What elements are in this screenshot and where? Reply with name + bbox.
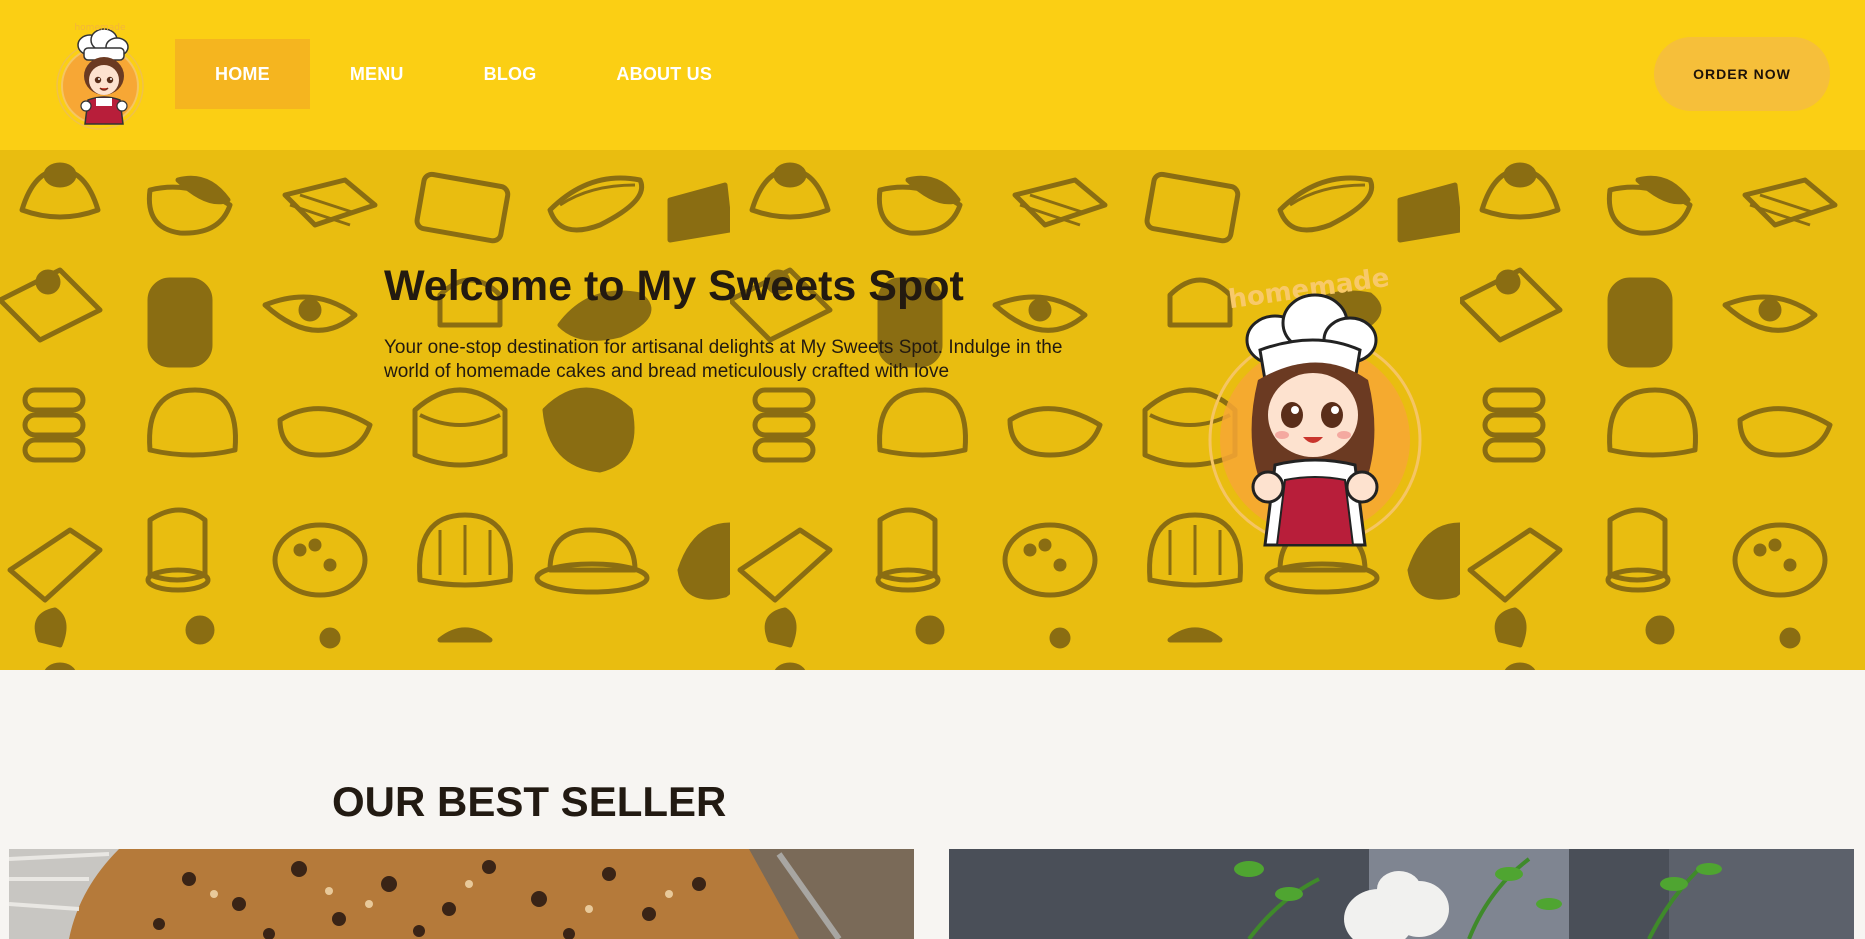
site-header: homemade HOME MENU BLOG ABOUT US ORDER N… <box>0 0 1865 150</box>
logo-text: homemade <box>74 23 126 33</box>
nav-home[interactable]: HOME <box>175 39 310 109</box>
hero-subtitle: Your one-stop destination for artisanal … <box>384 337 1063 382</box>
nav-menu[interactable]: MENU <box>310 39 444 109</box>
white-flower-cake-photo[interactable] <box>949 849 1854 939</box>
nav-about-us[interactable]: ABOUT US <box>576 39 752 109</box>
hero-title: Welcome to My Sweets Spot <box>384 262 964 310</box>
chocolate-chip-cake-photo[interactable] <box>9 849 914 939</box>
order-now-button[interactable]: ORDER NOW <box>1654 37 1830 111</box>
main-nav: HOME MENU BLOG ABOUT US <box>175 39 752 109</box>
best-seller-title: OUR BEST SELLER <box>332 778 727 825</box>
nav-blog[interactable]: BLOG <box>444 39 577 109</box>
hero-section: Welcome to My Sweets Spot Your one-stop … <box>0 150 1865 670</box>
chef-girl-mascot-icon: homemade <box>1180 263 1450 555</box>
pastry-pattern-icon <box>0 150 1865 670</box>
chef-girl-logo-icon[interactable]: homemade <box>44 18 154 133</box>
